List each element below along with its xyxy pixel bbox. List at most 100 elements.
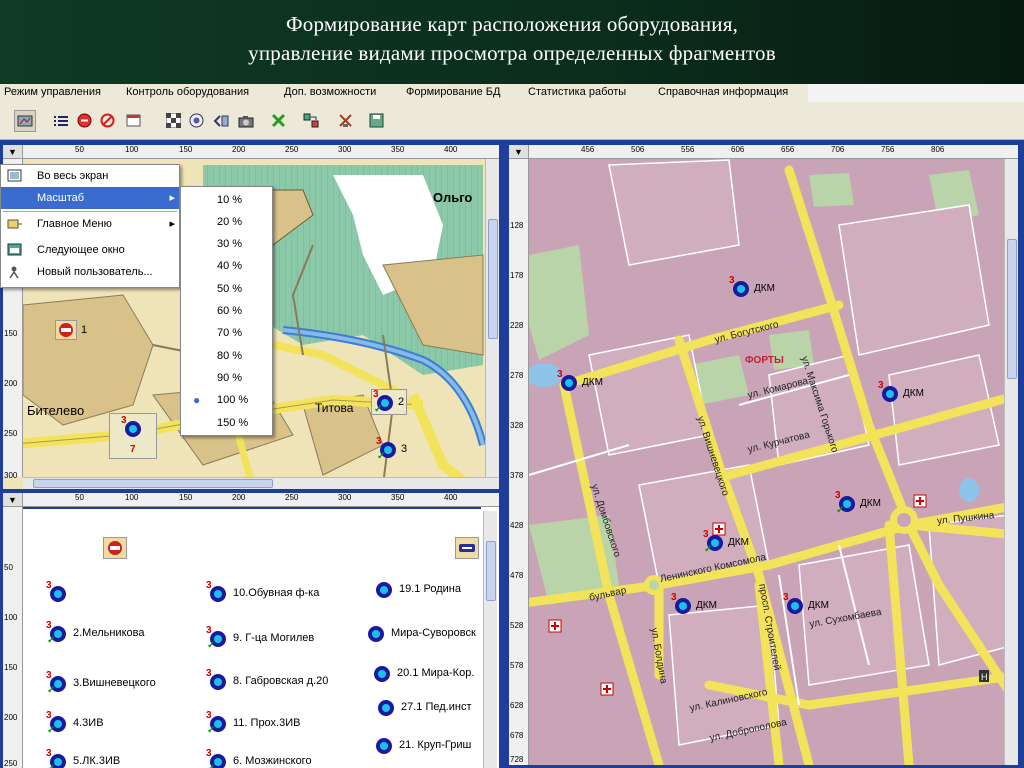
- pane-menu-button[interactable]: ▼: [509, 145, 529, 159]
- zoom-option[interactable]: 40 %: [181, 255, 272, 277]
- menu-item-main-menu[interactable]: Главное Меню ▸: [1, 213, 179, 235]
- menu-item-label: Следующее окно: [37, 244, 125, 256]
- dkm-marker[interactable]: 3 ДКМ: [671, 592, 717, 615]
- ruler-tick: 250: [4, 429, 18, 438]
- right-vscroll[interactable]: [1004, 159, 1018, 765]
- dkm-marker-icon: 3: [671, 592, 692, 615]
- right-ruler-v: 128 178 228 278 328 378 428 478 528 578 …: [509, 159, 529, 765]
- menu-item-label: Во весь экран: [37, 170, 109, 182]
- pane-menu-button[interactable]: ▼: [3, 145, 23, 159]
- zoom-option-checked[interactable]: ● 100 %: [181, 389, 272, 411]
- list-item[interactable]: 3 ✓ 9. Г-ца Могилев: [206, 625, 314, 651]
- dkm-marker[interactable]: 3 ДКМ: [783, 592, 829, 615]
- minus-icon[interactable]: [455, 537, 479, 559]
- list-item[interactable]: 3 ✓ 4.3ИВ: [46, 710, 104, 736]
- title-banner: Формирование карт расположения оборудова…: [0, 0, 1024, 84]
- transfer-icon[interactable]: [302, 112, 319, 129]
- equipment-marker[interactable]: 3 ✓ 3: [376, 436, 407, 462]
- list-item[interactable]: 19.1 Родина: [373, 579, 461, 599]
- pane-menu-button[interactable]: ▼: [3, 493, 23, 507]
- back-arrows-icon[interactable]: [212, 112, 229, 129]
- map-select-icon[interactable]: [14, 110, 36, 132]
- radio-check-icon: ●: [193, 393, 201, 407]
- cross-green-icon[interactable]: [270, 112, 287, 129]
- list-item[interactable]: 3 ✓ 11. Прох.3ИВ: [206, 710, 300, 736]
- zoom-option[interactable]: 90 %: [181, 367, 272, 389]
- scroll-thumb[interactable]: [486, 541, 496, 601]
- alarm-icon[interactable]: [103, 537, 127, 559]
- scroll-thumb[interactable]: [33, 479, 273, 488]
- hospital-cross-icon: [913, 494, 927, 508]
- zoom-option[interactable]: 20 %: [181, 211, 272, 233]
- main-menu-icon: [7, 219, 22, 229]
- menu-item-fullscreen[interactable]: Во весь экран: [1, 165, 179, 187]
- zoom-option[interactable]: 50 %: [181, 278, 272, 300]
- menu-item-new-user[interactable]: Новый пользователь...: [1, 261, 179, 283]
- menu-control-mode[interactable]: Режим управления: [4, 86, 101, 98]
- list-icon[interactable]: [52, 112, 69, 129]
- zoom-option[interactable]: 80 %: [181, 345, 272, 367]
- list-item[interactable]: Мира-Суворовск: [365, 623, 476, 643]
- save-icon[interactable]: [368, 112, 385, 129]
- target-icon[interactable]: [188, 112, 205, 129]
- banner-title-line1: Формирование карт расположения оборудова…: [285, 12, 739, 36]
- menu-item-next-window[interactable]: Следующее окно: [1, 239, 179, 261]
- dkm-marker[interactable]: 3 ДКМ: [729, 275, 775, 298]
- checkered-icon[interactable]: [165, 112, 182, 129]
- right-ruler-h: 456 506 556 606 656 706 756 806: [529, 145, 1018, 159]
- map-label-olgo: Ольго: [433, 190, 473, 205]
- zoom-option[interactable]: 150 %: [181, 412, 272, 434]
- list-item[interactable]: 20.1 Мира-Кор.: [371, 663, 474, 683]
- list-item[interactable]: 3✓5.ЛК.3ИВ: [46, 748, 120, 768]
- equipment-marker[interactable]: 3 7: [109, 413, 157, 459]
- camera-icon[interactable]: [237, 112, 254, 129]
- left-bottom-ruler-v: 50 100 150 200 250: [3, 507, 23, 768]
- scroll-thumb[interactable]: [488, 219, 498, 339]
- ruler-tick: 350: [391, 145, 405, 154]
- menu-statistics[interactable]: Статистика работы: [528, 86, 626, 98]
- dkm-marker[interactable]: 3 ДКМ: [878, 380, 924, 403]
- dkm-marker[interactable]: 3 ДКМ: [557, 369, 603, 392]
- dkm-marker-icon: 3 ✓: [703, 529, 724, 555]
- scroll-thumb[interactable]: [1007, 239, 1017, 379]
- list-item[interactable]: 3 10.Обувная ф-ка: [206, 580, 319, 603]
- marker-number: 1: [81, 324, 88, 336]
- menu-db-formation[interactable]: Формирование БД: [406, 86, 500, 98]
- list-item[interactable]: 21. Круп-Гриш: [373, 735, 471, 755]
- left-top-vscroll[interactable]: [485, 159, 499, 477]
- left-bottom-list-pane[interactable]: 50 100 150 200 250 300 350 400 50 100 15…: [3, 493, 499, 768]
- zoom-option[interactable]: 10 %: [181, 189, 272, 211]
- new-user-icon: [9, 266, 19, 278]
- list-item[interactable]: 3✓6. Мозжинского: [206, 748, 312, 768]
- list-item[interactable]: 3 ✓ 3.Вишневецкого: [46, 670, 156, 696]
- stop-red-icon[interactable]: [76, 112, 93, 129]
- list-item[interactable]: 3 ✓ 2.Мельникова: [46, 620, 144, 646]
- left-top-ruler-h: 50 100 150 200 250 300 350 400: [3, 145, 499, 159]
- left-top-hscroll[interactable]: [23, 477, 499, 489]
- menu-help[interactable]: Справочная информация: [658, 86, 788, 98]
- menu-extra-features[interactable]: Доп. возможности: [284, 86, 376, 98]
- zoom-option[interactable]: 30 %: [181, 233, 272, 255]
- right-map-pane[interactable]: Н 456 506 556 606 656 706 756 806 128 17…: [509, 145, 1018, 765]
- next-window-icon: [7, 243, 22, 256]
- no-entry-icon[interactable]: [99, 112, 116, 129]
- zoom-option[interactable]: 70 %: [181, 322, 272, 344]
- dkm-marker[interactable]: 3 ✓ ДКМ: [703, 529, 749, 555]
- list-item[interactable]: 3 8. Габровская д.20: [206, 668, 328, 691]
- dkm-marker-icon: 3 ✓: [835, 490, 856, 516]
- equipment-marker[interactable]: 1: [55, 320, 87, 340]
- list-item[interactable]: 3: [46, 580, 73, 603]
- window-icon[interactable]: [125, 112, 142, 129]
- tools-icon[interactable]: [337, 112, 354, 129]
- left-bottom-vscroll[interactable]: [483, 511, 497, 768]
- menu-equipment-control[interactable]: Контроль оборудования: [126, 86, 249, 98]
- ruler-tick: 400: [444, 145, 458, 154]
- dkm-marker[interactable]: 3 ✓ ДКМ: [835, 490, 881, 516]
- menu-item-scale[interactable]: Масштаб ▸: [1, 187, 179, 209]
- right-city-map[interactable]: Н: [509, 145, 1018, 765]
- zoom-option[interactable]: 60 %: [181, 300, 272, 322]
- equipment-marker[interactable]: 3 ✓ 2: [371, 389, 408, 415]
- ruler-tick: 50: [75, 145, 84, 154]
- list-item[interactable]: 27.1 Пед.инст: [375, 697, 471, 717]
- dkm-marker-icon: 3: [878, 380, 899, 403]
